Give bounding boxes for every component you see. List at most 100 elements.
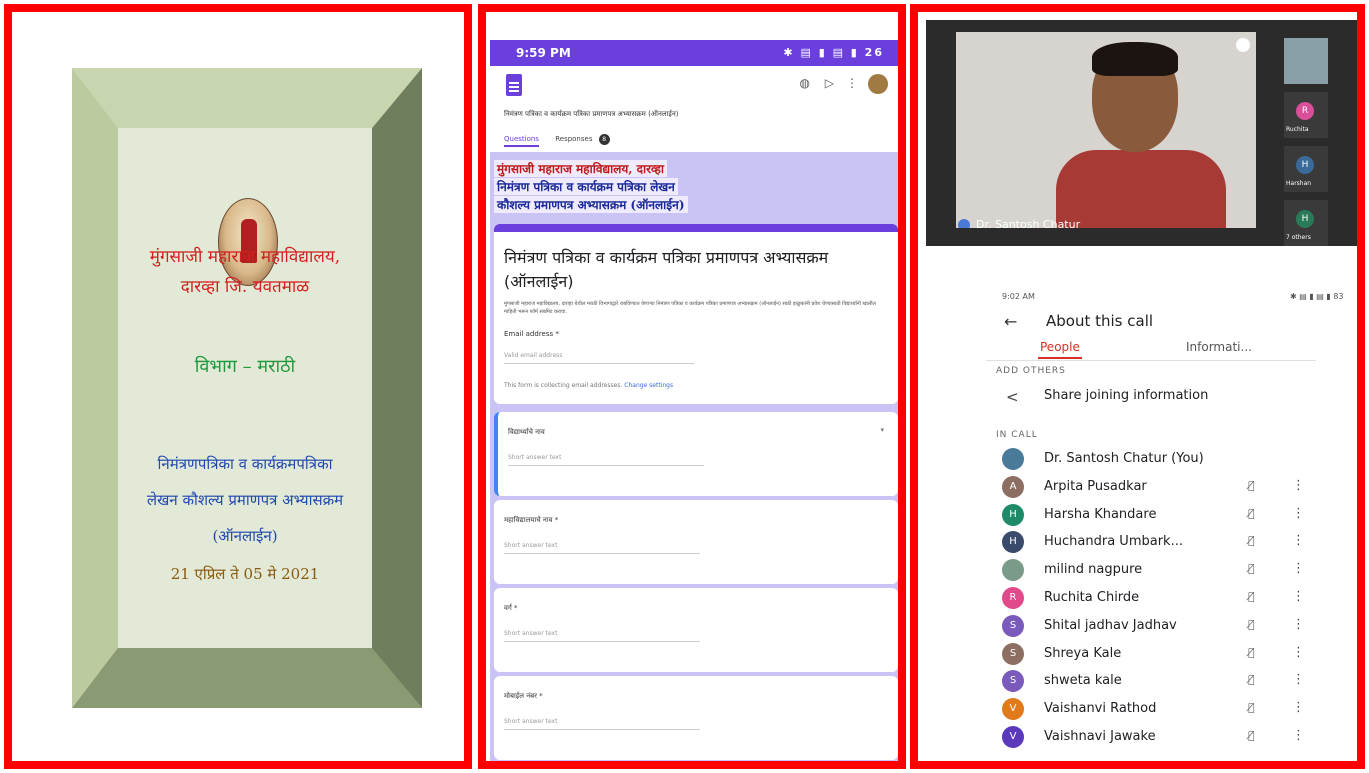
more-icon[interactable]: ⋮ (1292, 533, 1305, 548)
list-item[interactable]: R Ruchita Chirde 🎙̸ ⋮ (1000, 585, 1330, 613)
participant-thumbnail[interactable] (1284, 38, 1328, 84)
certificate-frame: मुंगसाजी महाराज महाविद्यालय, दारव्हा जि.… (72, 68, 422, 708)
short-answer-field[interactable]: Short answer text (504, 542, 700, 554)
forms-toolbar: ◍ ▷ ⋮ (490, 66, 898, 106)
header-line-3: कौशल्य प्रमाणपत्र अभ्यासक्रम (ऑनलाईन) (494, 196, 688, 213)
account-avatar[interactable] (868, 74, 888, 94)
email-label: Email address * (504, 330, 559, 338)
avatar: S (1002, 670, 1024, 693)
list-item[interactable]: Dr. Santosh Chatur (You) (1000, 446, 1330, 474)
list-item[interactable]: V Vaishnavi Jawake 🎙̸ ⋮ (1000, 724, 1330, 752)
speaker-label: Dr. Santosh Chatur (958, 218, 1080, 228)
chevron-down-icon[interactable]: ▾ (880, 426, 884, 434)
email-note: This form is collecting email addresses.… (504, 382, 674, 389)
mic-off-icon[interactable]: 🎙̸ (1248, 618, 1255, 631)
avatar: V (1002, 725, 1024, 748)
tab-people[interactable]: People (1038, 340, 1082, 359)
in-call-label: IN CALL (996, 430, 1038, 440)
question-label: मोबाईल नंबर * (504, 692, 543, 700)
header-line-1: मुंगसाजी महाराज महाविद्यालय, दारव्हा (494, 160, 667, 177)
more-icon[interactable]: ⋮ (1292, 561, 1305, 576)
status-time: 9:59 PM (516, 46, 571, 60)
avatar: H (1002, 531, 1024, 554)
form-doc-title: निमंत्रण पत्रिका व कार्यक्रम पत्रिका प्र… (504, 110, 679, 118)
avatar: R (1002, 586, 1024, 609)
question-card[interactable]: विद्यार्थ्याचे नाव Short answer text ▾ (494, 412, 898, 496)
more-icon[interactable]: ⋮ (1292, 672, 1305, 687)
mic-off-icon[interactable]: 🎙̸ (1248, 479, 1255, 492)
mic-off-icon[interactable]: 🎙̸ (1248, 590, 1255, 603)
mic-off-icon[interactable]: 🎙̸ (1248, 507, 1255, 520)
more-icon[interactable]: ⋮ (1292, 728, 1305, 743)
avatar: V (1002, 698, 1024, 721)
list-item[interactable]: H Harsha Khandare 🎙̸ ⋮ (1000, 502, 1330, 530)
more-icon[interactable]: ⋮ (1292, 506, 1305, 521)
participant-name: Huchandra Umbark... (1044, 534, 1183, 550)
list-item[interactable]: H Huchandra Umbark... 🎙̸ ⋮ (1000, 529, 1330, 557)
short-answer-field[interactable]: Short answer text (504, 718, 700, 730)
mic-off-icon[interactable]: 🎙̸ (1248, 673, 1255, 686)
mic-off-icon[interactable]: 🎙̸ (1248, 534, 1255, 547)
tab-responses[interactable]: Responses (555, 135, 592, 143)
participant-thumbnail[interactable]: H Harshan (1284, 146, 1328, 192)
status-icons: ✱ ▤ ▮ ▤ ▮ 26 (783, 46, 884, 59)
form-description[interactable]: मुंगसाजी महाराज महाविद्यालय, दारव्हा येथ… (504, 300, 884, 316)
email-field[interactable]: Valid email address (504, 352, 694, 364)
participant-name: Vaishanvi Rathod (1044, 701, 1157, 717)
back-arrow-icon[interactable]: ← (1004, 312, 1017, 331)
more-icon[interactable]: ⋮ (1292, 589, 1305, 604)
participant-name: Harsha Khandare (1044, 506, 1157, 522)
more-icon[interactable]: ⋮ (846, 76, 858, 90)
form-canvas: मुंगसाजी महाराज महाविद्यालय, दारव्हा निम… (490, 152, 898, 761)
question-card[interactable]: महाविद्यालयाचे नाव * Short answer text (494, 500, 898, 584)
list-item[interactable]: Sshweta kale 🎙̸ ⋮ (1000, 668, 1330, 696)
participant-list: Dr. Santosh Chatur (You) A Arpita Pusadkar… (1000, 446, 1330, 752)
add-others-label: ADD OTHERS (996, 366, 1066, 376)
mic-off-icon[interactable]: 🎙̸ (1248, 646, 1255, 659)
main-video-feed[interactable]: Dr. Santosh Chatur (956, 32, 1256, 228)
participant-name: Arpita Pusadkar (1044, 478, 1147, 494)
mic-off-icon[interactable]: 🎙̸ (1248, 701, 1255, 714)
short-answer-field[interactable]: Short answer text (504, 630, 700, 642)
send-icon[interactable]: ▷ (825, 76, 834, 90)
list-item[interactable]: A Arpita Pusadkar 🎙̸ ⋮ (1000, 474, 1330, 502)
palette-icon[interactable]: ◍ (800, 76, 810, 90)
course-dates: 21 एप्रिल ते 05 मे 2021 (170, 565, 320, 583)
certificate-panel: मुंगसाजी महाराज महाविद्यालय, दारव्हा जि.… (4, 4, 472, 769)
participant-name: shweta kale (1044, 673, 1122, 689)
mic-off-icon[interactable]: 🎙̸ (1248, 562, 1255, 575)
participant-thumbnail[interactable]: H 7 others (1284, 200, 1328, 246)
more-icon[interactable]: ⋮ (1292, 617, 1305, 632)
participant-name: Vaishnavi Jawake (1044, 728, 1156, 744)
more-icon[interactable]: ⋮ (1292, 645, 1305, 660)
course-title: निमंत्रणपत्रिका व कार्यक्रमपत्रिका लेखन … (146, 455, 344, 545)
pin-icon[interactable] (1236, 38, 1250, 52)
change-settings-link[interactable]: Change settings (624, 382, 673, 389)
header-line-2: निमंत्रण पत्रिका व कार्यक्रम पत्रिका लेख… (494, 178, 678, 195)
mic-off-icon[interactable]: 🎙̸ (1248, 729, 1255, 742)
question-label: महाविद्यालयाचे नाव * (504, 516, 559, 524)
form-title-card[interactable]: निमंत्रण पत्रिका व कार्यक्रम पत्रिका प्र… (494, 224, 898, 404)
share-joining-info-button[interactable]: Share joining information (1044, 388, 1208, 403)
meet-panel: Dr. Santosh Chatur R Ruchita H Harshan H… (910, 4, 1365, 769)
certificate-body: मुंगसाजी महाराज महाविद्यालय, दारव्हा जि.… (118, 128, 372, 648)
more-icon[interactable]: ⋮ (1292, 700, 1305, 715)
list-item[interactable]: S Shreya Kale 🎙̸ ⋮ (1000, 641, 1330, 669)
question-label: वर्ग * (504, 604, 518, 612)
share-icon[interactable]: < (1006, 388, 1019, 406)
question-card[interactable]: मोबाईल नंबर * Short answer text (494, 676, 898, 760)
short-answer-field[interactable]: Short answer text (508, 454, 704, 466)
list-item[interactable]: V Vaishanvi Rathod 🎙̸ ⋮ (1000, 696, 1330, 724)
avatar: S (1002, 614, 1024, 637)
question-card[interactable]: वर्ग * Short answer text (494, 588, 898, 672)
more-icon[interactable]: ⋮ (1292, 478, 1305, 493)
responses-count-badge: 8 (598, 134, 610, 145)
form-title[interactable]: निमंत्रण पत्रिका व कार्यक्रम पत्रिका प्र… (504, 246, 884, 294)
tab-information[interactable]: Informati... (1186, 340, 1252, 354)
google-forms-logo-icon[interactable] (506, 74, 522, 96)
list-item[interactable]: milind nagpure 🎙̸ ⋮ (1000, 557, 1330, 585)
participant-thumbnail[interactable]: R Ruchita (1284, 92, 1328, 138)
tab-questions[interactable]: Questions (504, 135, 539, 147)
list-item[interactable]: S Shital jadhav Jadhav 🎙̸ ⋮ (1000, 613, 1330, 641)
participant-name: Shreya Kale (1044, 645, 1122, 661)
